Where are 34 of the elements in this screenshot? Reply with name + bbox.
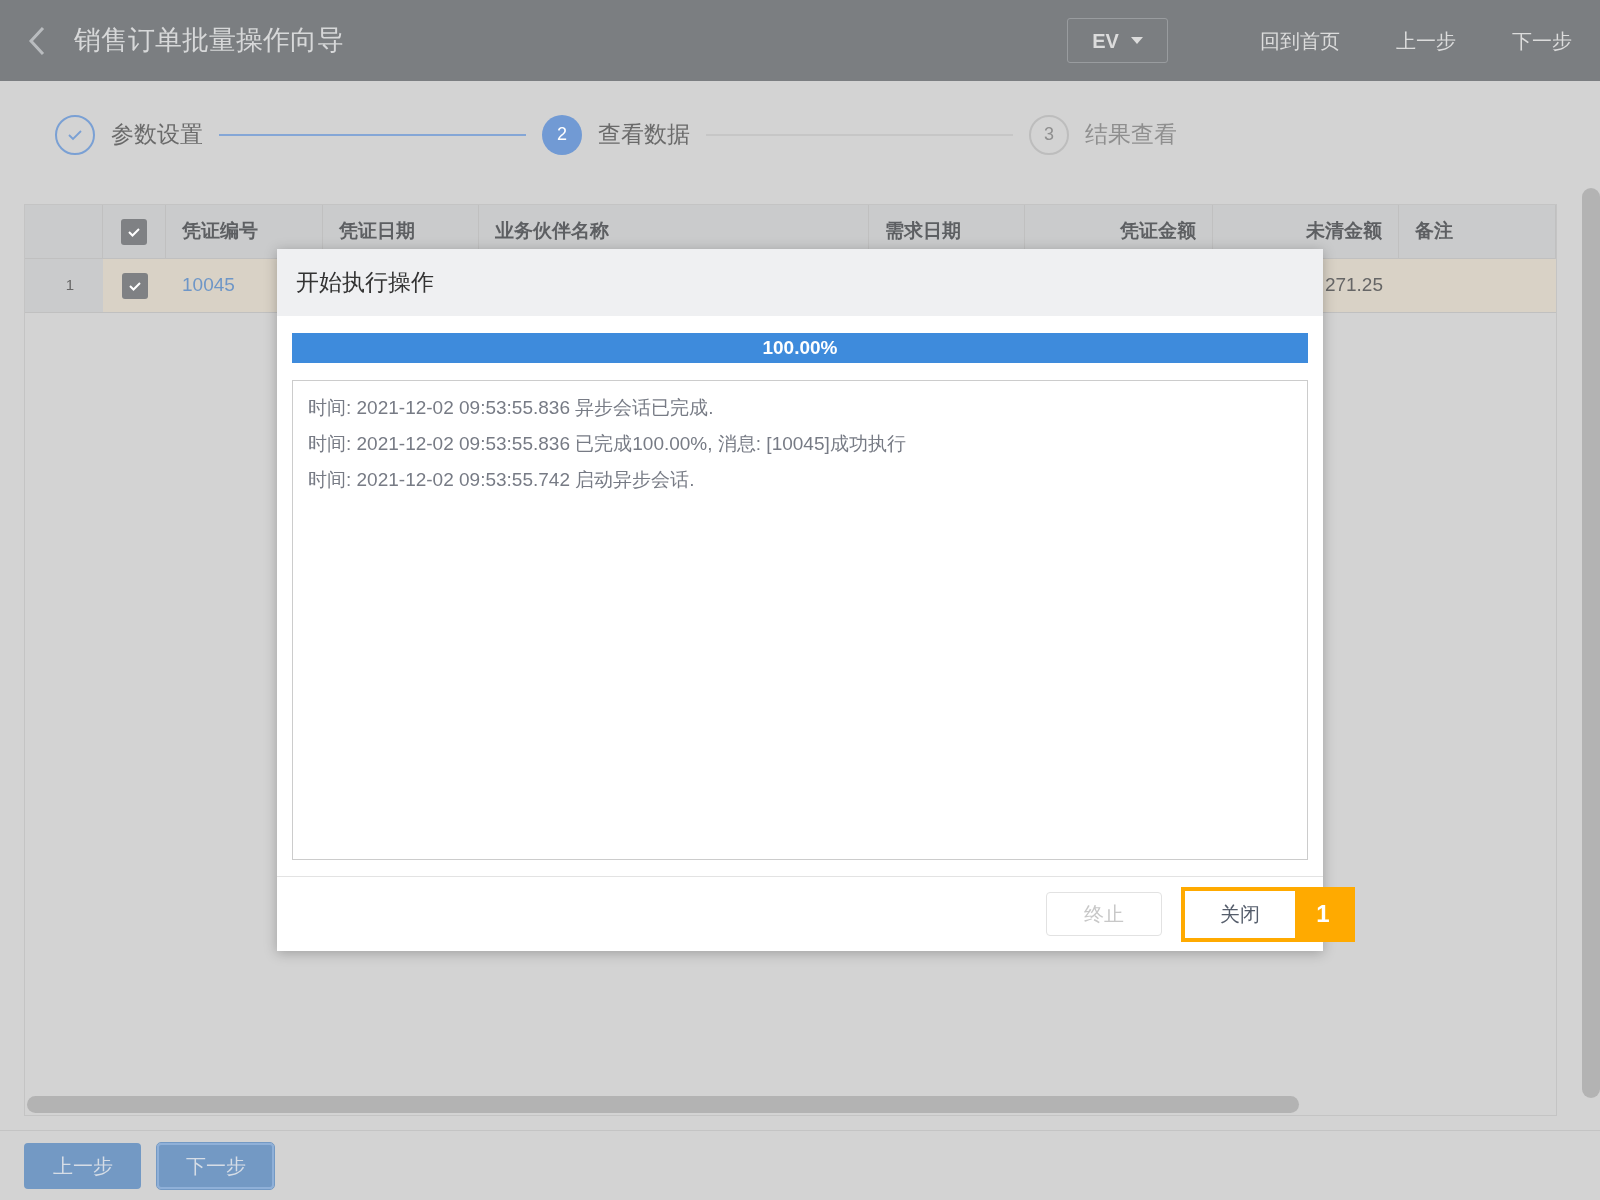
step-button[interactable]: 下一步	[157, 1142, 274, 1189]
page-title: 销售订单批量操作向导	[74, 24, 344, 58]
column-header: 凭证金额	[1120, 219, 1196, 244]
step-indicator: 2	[542, 114, 582, 155]
table-cell-text: 271.25	[1324, 273, 1383, 298]
checkbox[interactable]	[121, 218, 147, 245]
header-link[interactable]: 上一步	[1396, 25, 1456, 56]
header-link[interactable]: 下一步	[1512, 25, 1572, 56]
checkbox[interactable]	[121, 272, 148, 299]
step-indicator: 3	[1029, 114, 1069, 155]
row-number: 1	[65, 275, 75, 296]
step-label: 结果查看	[1085, 120, 1177, 150]
back-icon[interactable]	[28, 25, 46, 56]
document-link[interactable]: 10045	[182, 271, 235, 300]
step-button[interactable]: 上一步	[24, 1142, 141, 1189]
column-header: 备注	[1415, 219, 1453, 244]
step-label: 参数设置	[111, 120, 203, 150]
step-label: 查看数据	[598, 120, 690, 150]
column-header: 需求日期	[885, 219, 961, 244]
progress-reading: 100.00%	[761, 335, 839, 360]
vertical-scrollbar[interactable]	[1582, 188, 1600, 1098]
header-link[interactable]: 回到首页	[1260, 25, 1340, 56]
column-header: 业务伙伴名称	[495, 219, 609, 244]
horizontal-scrollbar[interactable]	[27, 1096, 1299, 1113]
column-header: 凭证日期	[339, 219, 415, 244]
column-header: 凭证编号	[182, 219, 258, 244]
env-dropdown[interactable]: EV	[1067, 18, 1168, 63]
log-entry: 时间: 2021-12-02 09:53:55.836 异步会话已完成.	[308, 396, 715, 420]
log-entry: 时间: 2021-12-02 09:53:55.742 启动异步会话.	[308, 468, 696, 492]
dialog-title: 开始执行操作	[296, 268, 434, 298]
step-marker: 1	[1295, 890, 1351, 938]
column-header: 未清金额	[1306, 219, 1382, 244]
caret-icon	[1130, 37, 1143, 44]
log-entry: 时间: 2021-12-02 09:53:55.836 已完成100.00%, 消息: [10045]成功执行	[308, 432, 907, 456]
